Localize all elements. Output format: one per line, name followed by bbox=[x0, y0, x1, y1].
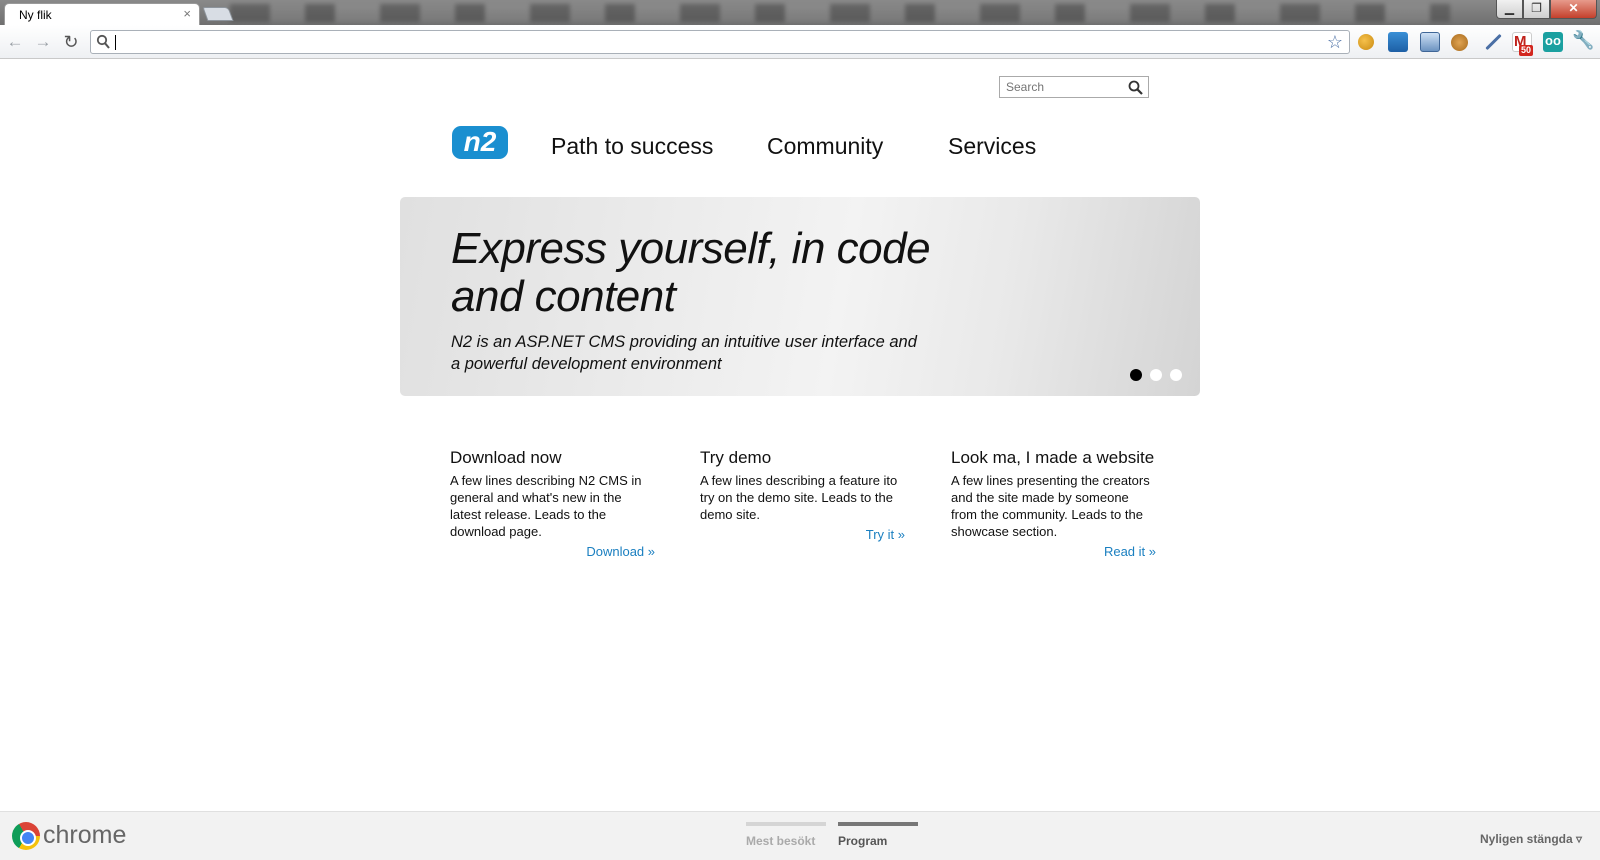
new-tab-footer: chrome Mest besökt Program Nyligen stäng… bbox=[0, 811, 1600, 860]
close-tab-icon[interactable]: × bbox=[183, 6, 191, 22]
minimize-window-button[interactable]: ▁ bbox=[1496, 0, 1523, 19]
maximize-window-button[interactable]: ❐ bbox=[1523, 0, 1550, 19]
card-title: Try demo bbox=[700, 448, 772, 467]
back-arrow-icon[interactable]: ← bbox=[4, 31, 26, 53]
read-it-link[interactable]: Read it » bbox=[951, 544, 1156, 559]
download-link[interactable]: Download » bbox=[450, 544, 655, 559]
slide-dot-3[interactable] bbox=[1170, 369, 1182, 381]
web-page: n2 Path to success Community Services Ex… bbox=[0, 60, 1600, 810]
hero-subtitle: N2 is an ASP.NET CMS providing an intuit… bbox=[451, 333, 917, 373]
slide-dot-2[interactable] bbox=[1150, 369, 1162, 381]
n2-logo[interactable]: n2 bbox=[452, 124, 508, 160]
hero-title: Express yourself, in code and content bbox=[451, 224, 931, 321]
tab-title: Ny flik bbox=[19, 8, 52, 22]
nav-path-to-success[interactable]: Path to success bbox=[551, 133, 713, 160]
card-title: Download now bbox=[450, 448, 562, 467]
new-tab-button[interactable] bbox=[202, 7, 234, 21]
logo-text: n2 bbox=[464, 126, 497, 157]
card-text: A few lines describing a feature ito try… bbox=[700, 473, 898, 522]
nav-services[interactable]: Services bbox=[948, 133, 1036, 160]
wrench-icon[interactable]: 🔧 bbox=[1572, 30, 1594, 51]
try-it-link[interactable]: Try it » bbox=[700, 527, 905, 542]
forward-arrow-icon[interactable]: → bbox=[32, 31, 54, 53]
extension-coin-icon[interactable] bbox=[1358, 34, 1374, 50]
reload-icon[interactable]: ↻ bbox=[60, 31, 82, 53]
tab-most-visited[interactable]: Mest besökt bbox=[746, 822, 826, 848]
extension-screen-icon[interactable] bbox=[1388, 32, 1408, 52]
blurred-taskbar-area bbox=[230, 4, 1450, 22]
card-title: Look ma, I made a website bbox=[951, 448, 1155, 467]
card-text: A few lines describing N2 CMS in general… bbox=[450, 473, 642, 539]
site-search-box bbox=[999, 76, 1149, 98]
slide-dot-1[interactable] bbox=[1130, 369, 1142, 381]
site-search-input[interactable] bbox=[1000, 77, 1124, 97]
browser-toolbar: ← → ↻ ☆ 50 🔧 bbox=[0, 25, 1600, 59]
card-demo: Try demo A few lines describing a featur… bbox=[700, 448, 905, 542]
tab-apps[interactable]: Program bbox=[838, 822, 918, 848]
bookmark-star-icon[interactable]: ☆ bbox=[1327, 32, 1343, 52]
hero-banner: Express yourself, in code and content N2… bbox=[400, 197, 1200, 396]
address-bar[interactable]: ☆ bbox=[90, 30, 1350, 54]
card-showcase: Look ma, I made a website A few lines pr… bbox=[951, 448, 1156, 559]
card-text: A few lines presenting the creators and … bbox=[951, 473, 1150, 539]
browser-tab[interactable]: Ny flik × bbox=[4, 3, 200, 25]
extension-cookie-icon[interactable] bbox=[1451, 34, 1468, 51]
extension-eyedropper-icon[interactable] bbox=[1485, 33, 1502, 51]
extension-readlater-icon[interactable] bbox=[1543, 32, 1563, 52]
search-icon bbox=[96, 34, 110, 49]
text-cursor bbox=[115, 35, 116, 50]
nav-community[interactable]: Community bbox=[767, 133, 883, 160]
gmail-unread-badge: 50 bbox=[1519, 45, 1534, 56]
extension-window-icon[interactable] bbox=[1420, 32, 1440, 52]
chrome-wordmark: chrome bbox=[43, 821, 127, 849]
search-icon[interactable] bbox=[1128, 80, 1143, 95]
recently-closed-menu[interactable]: Nyligen stängda ▿ bbox=[1480, 832, 1582, 846]
close-window-button[interactable]: ✕ bbox=[1550, 0, 1597, 19]
tab-strip: Ny flik × ▁ ❐ ✕ bbox=[0, 0, 1600, 25]
card-download: Download now A few lines describing N2 C… bbox=[450, 448, 655, 559]
chrome-logo-icon bbox=[12, 822, 40, 850]
